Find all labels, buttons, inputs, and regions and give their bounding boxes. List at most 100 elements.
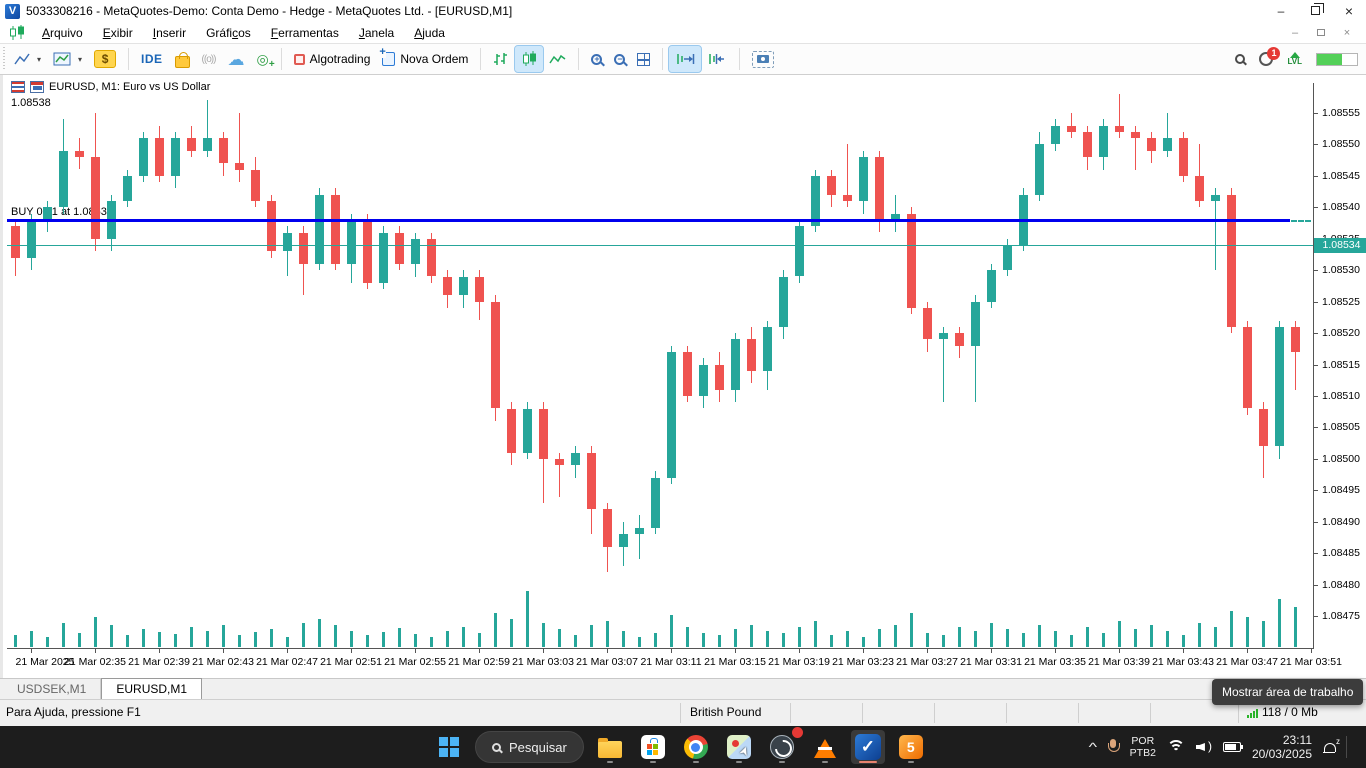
zoom-in-icon: + xyxy=(591,54,602,65)
restore-button[interactable] xyxy=(1298,1,1332,21)
account-icon[interactable]: 1 xyxy=(1259,52,1273,66)
divider xyxy=(1238,703,1239,723)
divider xyxy=(1078,703,1079,723)
chrome-icon[interactable] xyxy=(679,730,713,764)
dollar-icon: $ xyxy=(94,50,116,68)
auto-scroll-icon xyxy=(675,52,695,67)
tray-chevron-up-icon[interactable]: ^ xyxy=(1089,740,1097,754)
menu-ferramentas[interactable]: Ferramentas xyxy=(261,24,349,42)
chevron-down-icon: ▾ xyxy=(37,55,41,64)
shopping-bag-icon xyxy=(175,56,190,68)
speaker-icon[interactable]: ) xyxy=(1196,740,1212,754)
taskbar-search[interactable]: Pesquisar xyxy=(475,731,584,763)
chart-restore-button[interactable] xyxy=(1308,29,1334,36)
divider xyxy=(1006,703,1007,723)
language-indicator[interactable]: PORPTB2 xyxy=(1130,735,1156,759)
chart-shift-button[interactable] xyxy=(701,46,733,72)
radar-plus-icon: +◎ xyxy=(256,51,268,68)
line-chart-mode-button[interactable] xyxy=(543,46,572,72)
bar-chart-mode-button[interactable] xyxy=(487,46,515,72)
candlestick-mode-button[interactable] xyxy=(515,46,543,72)
chart-area[interactable]: EURUSD, M1: Euro vs US Dollar 1.08538 BU… xyxy=(0,75,1366,678)
divider xyxy=(480,48,481,70)
divider xyxy=(1150,703,1151,723)
tile-windows-button[interactable] xyxy=(631,46,656,72)
bid-price-line xyxy=(7,245,1313,246)
taskbar: Pesquisar ➤ ✓ 5 ^ PORPTB2 ) 23:1120/03/2… xyxy=(0,726,1366,768)
algotrading-icon xyxy=(294,54,305,65)
new-order-button[interactable]: Nova Ordem xyxy=(376,46,474,72)
wifi-icon[interactable] xyxy=(1167,740,1185,754)
divider xyxy=(790,703,791,723)
signals-icon: ((o)) xyxy=(202,54,216,65)
search-icon[interactable] xyxy=(1235,54,1245,64)
toolbar-grip xyxy=(3,47,5,71)
chart-close-button[interactable]: × xyxy=(1334,27,1360,39)
notification-badge: 1 xyxy=(1267,47,1280,60)
vps-cloud-button[interactable]: ☁ xyxy=(221,46,250,72)
screenshot-button[interactable] xyxy=(746,46,780,72)
zoom-out-button[interactable]: − xyxy=(608,46,631,72)
signals-button[interactable]: ((o)) xyxy=(196,46,222,72)
market-button[interactable] xyxy=(169,46,196,72)
tab-usdsek[interactable]: USDSEK,M1 xyxy=(3,679,101,699)
divider xyxy=(578,48,579,70)
microsoft-store-icon[interactable] xyxy=(636,730,670,764)
recording-badge xyxy=(792,727,803,738)
indicators-button[interactable]: ▾ xyxy=(47,46,88,72)
tab-eurusd[interactable]: EURUSD,M1 xyxy=(101,678,202,699)
connection-bars-icon xyxy=(1247,709,1258,718)
algotrading-button[interactable]: Algotrading xyxy=(288,46,377,72)
indicator-chart-icon xyxy=(53,52,71,67)
menu-inserir[interactable]: Inserir xyxy=(143,24,196,42)
mt5-app-icon: V xyxy=(5,4,20,19)
zoom-in-button[interactable]: + xyxy=(585,46,608,72)
vlc-icon[interactable] xyxy=(808,730,842,764)
new-order-icon xyxy=(382,52,395,66)
divider xyxy=(128,48,129,70)
battery-icon[interactable] xyxy=(1223,742,1241,752)
screen-share-app-icon[interactable]: ➤ xyxy=(722,730,756,764)
ide-button[interactable]: IDE xyxy=(135,46,169,72)
chart-minimize-button[interactable]: – xyxy=(1282,27,1308,39)
buy-position-line[interactable] xyxy=(7,219,1290,222)
deposit-button[interactable]: $ xyxy=(88,46,122,72)
close-button[interactable]: × xyxy=(1332,1,1366,21)
lvl-label: LVL xyxy=(1287,58,1302,66)
start-button[interactable] xyxy=(432,730,466,764)
level-indicator[interactable]: LVL xyxy=(1287,52,1302,66)
menu-graficos[interactable]: Gráficos xyxy=(196,24,261,42)
notifications-bell-icon[interactable]: z xyxy=(1323,741,1335,753)
price-axis-line xyxy=(1313,83,1314,648)
new-order-label: Nova Ordem xyxy=(400,52,468,66)
search-placeholder: Pesquisar xyxy=(509,740,567,755)
mql5-app-icon[interactable]: 5 xyxy=(894,730,928,764)
trendline-icon xyxy=(14,52,30,66)
algotrading-label: Algotrading xyxy=(310,52,371,66)
show-desktop-tooltip: Mostrar área de trabalho xyxy=(1212,679,1363,705)
window-title: 5033308216 - MetaQuotes-Demo: Conta Demo… xyxy=(26,4,512,18)
cloud-icon: ☁ xyxy=(227,51,244,68)
ide-label: IDE xyxy=(141,52,163,66)
menu-ajuda[interactable]: Ajuda xyxy=(404,24,455,42)
file-explorer-icon[interactable] xyxy=(593,730,627,764)
microphone-icon[interactable] xyxy=(1107,739,1119,755)
network-traffic: 118 / 0 Mb xyxy=(1262,705,1318,719)
chart-tabs: USDSEK,M1 EURUSD,M1 xyxy=(0,678,1366,699)
menu-arquivo[interactable]: Arquivo xyxy=(32,24,93,42)
help-hint: Para Ajuda, pressione F1 xyxy=(6,705,141,719)
menu-exibir[interactable]: Exibir xyxy=(93,24,143,42)
divider xyxy=(934,703,935,723)
chevron-down-icon: ▾ xyxy=(78,55,82,64)
resource-progress-bar xyxy=(1316,53,1358,66)
search-icon xyxy=(492,743,501,752)
metatrader5-icon[interactable]: ✓ xyxy=(851,730,885,764)
line-studies-button[interactable]: ▾ xyxy=(8,46,47,72)
obs-studio-icon[interactable] xyxy=(765,730,799,764)
menu-janela[interactable]: Janela xyxy=(349,24,404,42)
title-bar: V 5033308216 - MetaQuotes-Demo: Conta De… xyxy=(0,0,1366,22)
add-signal-button[interactable]: +◎ xyxy=(250,46,274,72)
auto-scroll-button[interactable] xyxy=(669,46,701,72)
minimize-button[interactable]: – xyxy=(1264,1,1298,21)
clock[interactable]: 23:1120/03/2025 xyxy=(1252,733,1312,761)
